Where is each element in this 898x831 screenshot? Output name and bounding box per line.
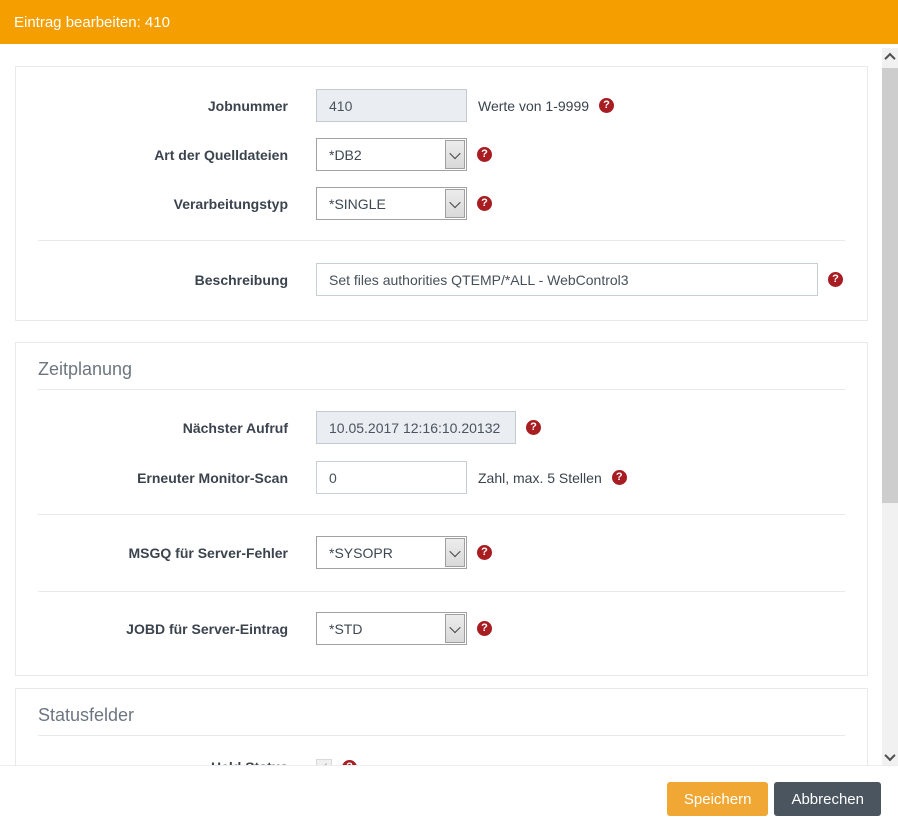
row-jobnummer: Jobnummer Werte von 1-9999 ? [16,89,867,122]
chevron-down-icon [445,614,465,643]
naechster-aufruf-label: Nächster Aufruf [16,420,288,436]
dialog-titlebar: Eintrag bearbeiten: 410 [0,0,898,44]
scroll-down-icon[interactable] [882,748,898,765]
row-verarbeitungstyp: Verarbeitungstyp *SINGLE ? [16,187,867,220]
msgq-label: MSGQ für Server-Fehler [16,545,288,561]
row-monitor-scan: Erneuter Monitor-Scan Zahl, max. 5 Stell… [16,461,867,494]
row-naechster-aufruf: Nächster Aufruf ? [16,411,867,444]
chevron-down-icon [445,140,465,169]
divider [38,389,845,390]
divider [38,591,845,592]
naechster-aufruf-input [316,411,516,444]
help-icon[interactable]: ? [477,545,492,560]
divider [38,735,845,736]
scrollbar-track[interactable] [882,48,898,765]
section-title-statusfelder: Statusfelder [38,703,845,728]
section-title-zeitplanung: Zeitplanung [38,357,845,382]
help-icon[interactable]: ? [612,470,627,485]
jobnummer-label: Jobnummer [16,98,288,114]
help-icon[interactable]: ? [477,147,492,162]
row-beschreibung: Beschreibung ? [16,263,867,296]
chevron-down-icon [445,538,465,567]
monitor-scan-label: Erneuter Monitor-Scan [16,470,288,486]
form-scroll-area: Jobnummer Werte von 1-9999 ? Art der Que… [0,44,882,765]
row-msgq: MSGQ für Server-Fehler *SYSOPR ? [16,536,867,569]
divider [38,514,845,515]
jobd-select-value: *STD [329,621,362,637]
beschreibung-label: Beschreibung [16,272,288,288]
jobnummer-hint: Werte von 1-9999 [478,98,589,114]
cancel-button[interactable]: Abbrechen [774,782,881,816]
dialog-title: Eintrag bearbeiten: 410 [14,14,170,31]
scrollbar-thumb[interactable] [882,68,898,503]
quelldateien-select[interactable]: *DB2 [316,138,467,171]
msgq-select-value: *SYSOPR [329,545,393,561]
jobd-label: JOBD für Server-Eintrag [16,621,288,637]
row-jobd: JOBD für Server-Eintrag *STD ? [16,612,867,645]
monitor-scan-input[interactable] [316,461,467,494]
dialog-footer: Speichern Abbrechen [0,765,898,831]
card-general: Jobnummer Werte von 1-9999 ? Art der Que… [15,66,868,321]
row-quelldateien: Art der Quelldateien *DB2 ? [16,138,867,171]
verarbeitungstyp-select[interactable]: *SINGLE [316,187,467,220]
verarbeitungstyp-label: Verarbeitungstyp [16,196,288,212]
quelldateien-label: Art der Quelldateien [16,147,288,163]
card-statusfelder: Statusfelder Held Status ✓ ? [15,688,868,765]
help-icon[interactable]: ? [477,196,492,211]
divider [38,240,845,241]
help-icon[interactable]: ? [526,420,541,435]
jobnummer-input [316,89,467,122]
quelldateien-select-value: *DB2 [329,147,362,163]
help-icon[interactable]: ? [477,621,492,636]
scroll-up-icon[interactable] [882,48,898,65]
verarbeitungstyp-select-value: *SINGLE [329,196,386,212]
save-button[interactable]: Speichern [667,782,769,816]
msgq-select[interactable]: *SYSOPR [316,536,467,569]
monitor-scan-hint: Zahl, max. 5 Stellen [478,470,602,486]
help-icon[interactable]: ? [599,98,614,113]
beschreibung-input[interactable] [316,263,818,296]
chevron-down-icon [445,189,465,218]
help-icon[interactable]: ? [828,272,843,287]
card-zeitplanung: Zeitplanung Nächster Aufruf ? Erneuter M… [15,342,868,676]
jobd-select[interactable]: *STD [316,612,467,645]
